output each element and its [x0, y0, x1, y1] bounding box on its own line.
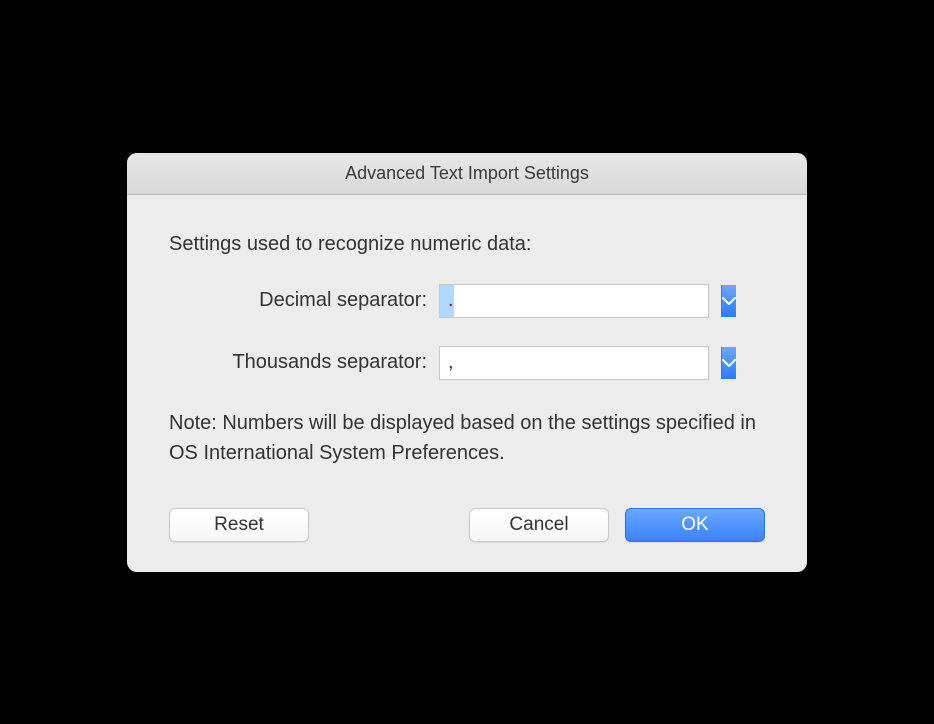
chevron-down-icon[interactable] — [721, 285, 736, 317]
note-text: Note: Numbers will be displayed based on… — [169, 408, 765, 468]
thousands-separator-input[interactable] — [440, 347, 721, 379]
thousands-separator-label: Thousands separator: — [169, 351, 439, 374]
decimal-separator-label: Decimal separator: — [169, 289, 439, 312]
thousands-separator-combo[interactable] — [439, 346, 709, 380]
ok-button[interactable]: OK — [625, 508, 765, 542]
thousands-separator-row: Thousands separator: — [169, 346, 765, 380]
cancel-button[interactable]: Cancel — [469, 508, 609, 542]
dialog-content: Settings used to recognize numeric data:… — [127, 195, 807, 572]
decimal-separator-input[interactable] — [440, 285, 721, 317]
chevron-down-icon[interactable] — [721, 347, 736, 379]
reset-button[interactable]: Reset — [169, 508, 309, 542]
settings-heading: Settings used to recognize numeric data: — [169, 233, 765, 256]
dialog-advanced-text-import: Advanced Text Import Settings Settings u… — [127, 153, 807, 572]
decimal-separator-row: Decimal separator: — [169, 284, 765, 318]
titlebar: Advanced Text Import Settings — [127, 153, 807, 195]
decimal-separator-combo[interactable] — [439, 284, 709, 318]
dialog-title: Advanced Text Import Settings — [345, 163, 589, 184]
button-row: Reset Cancel OK — [169, 508, 765, 542]
